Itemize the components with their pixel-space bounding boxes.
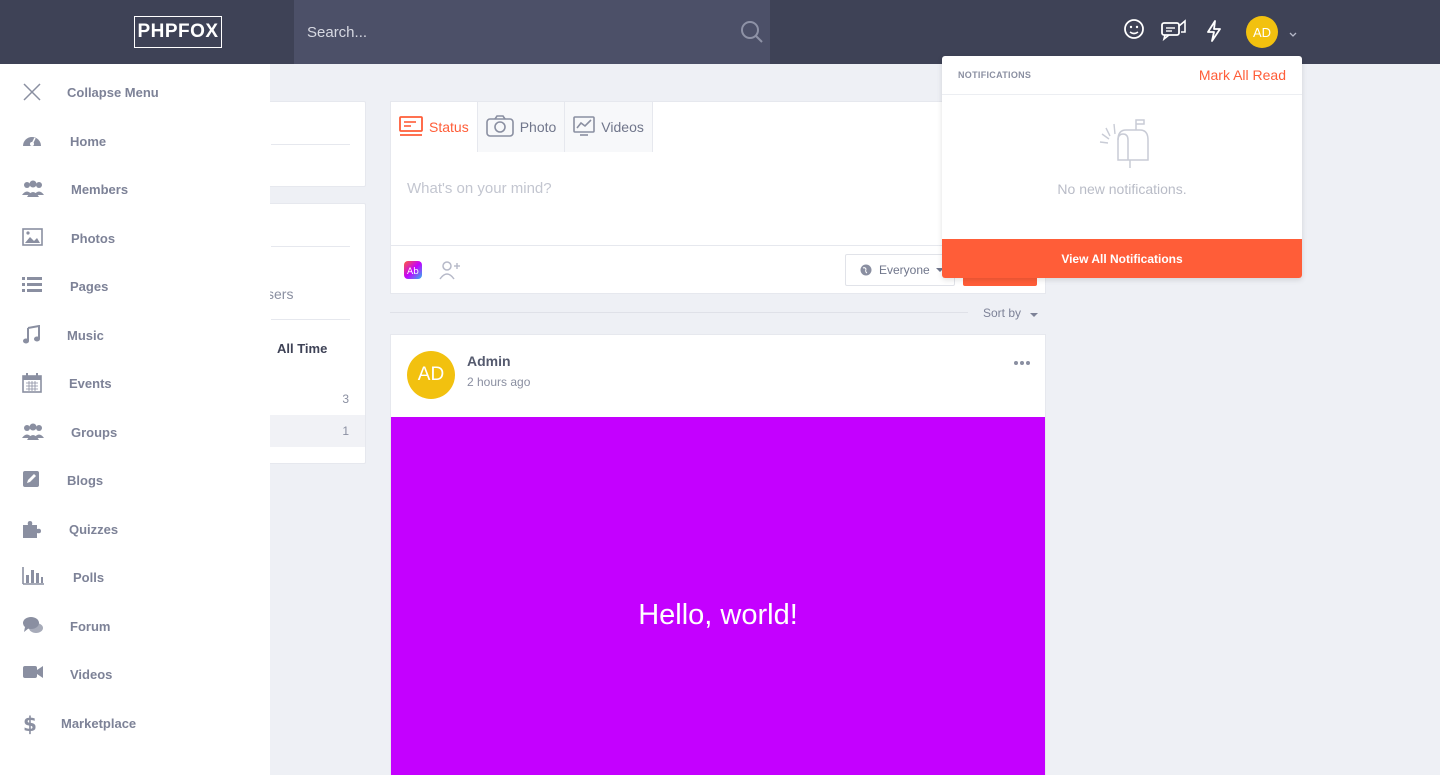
- composer-tabs: Status Photo Videos: [391, 102, 653, 152]
- users-icon: [22, 179, 44, 199]
- mark-all-read-link[interactable]: Mark All Read: [1199, 67, 1286, 83]
- card-partial-text: sers: [267, 286, 294, 302]
- dashboard-icon: [22, 131, 44, 151]
- video-icon: [22, 664, 44, 684]
- feed-post: AD Admin 2 hours ago Hello, world!: [390, 334, 1046, 775]
- tab-label: Status: [429, 119, 469, 135]
- sidebar-item-label: Home: [70, 134, 107, 149]
- collapse-menu-button[interactable]: Collapse Menu: [0, 76, 270, 108]
- tab-label: Videos: [601, 119, 644, 135]
- chart-line-icon: [573, 115, 601, 139]
- svg-text:$: $: [23, 713, 36, 735]
- sidebar-item-label: Marketplace: [61, 716, 137, 731]
- sidebar-item-label: Blogs: [67, 473, 104, 488]
- post-text: Hello, world!: [638, 598, 798, 631]
- notifications-title: NOTIFICATIONS: [958, 70, 1032, 80]
- count-value: 1: [342, 424, 349, 438]
- post-timestamp[interactable]: 2 hours ago: [467, 375, 530, 389]
- privacy-label: Everyone: [879, 263, 930, 277]
- camera-icon: [485, 114, 520, 140]
- notifications-header: NOTIFICATIONS Mark All Read: [942, 56, 1302, 95]
- sidebar-item-events[interactable]: Events: [0, 367, 270, 399]
- bar-chart-icon: [22, 567, 44, 587]
- post-status-background: Hello, world!: [391, 417, 1045, 775]
- sidebar-item-label: Polls: [73, 570, 105, 585]
- friend-requests-icon[interactable]: [1123, 18, 1145, 45]
- user-avatar[interactable]: AD: [1246, 16, 1278, 48]
- tab-videos[interactable]: Videos: [565, 102, 653, 152]
- sidebar-item-groups[interactable]: Groups: [0, 416, 270, 448]
- top-bar: PHPFOX AD: [0, 0, 1440, 64]
- collapse-menu-label: Collapse Menu: [67, 85, 159, 100]
- sidebar-item-label: Videos: [70, 667, 113, 682]
- sidebar-item-label: Quizzes: [69, 522, 119, 537]
- chevron-down-icon[interactable]: [1288, 27, 1298, 45]
- search-input[interactable]: [294, 0, 724, 64]
- status-icon: [399, 115, 429, 139]
- sidebar-item-label: Forum: [70, 619, 111, 634]
- svg-text:Ab: Ab: [407, 267, 419, 277]
- notifications-icon[interactable]: [1204, 20, 1224, 47]
- sidebar-item-home[interactable]: Home: [0, 125, 270, 157]
- sidebar-item-blogs[interactable]: Blogs: [0, 464, 270, 496]
- image-icon: [22, 228, 44, 248]
- mailbox-icon: [1092, 118, 1150, 175]
- sidebar-item-music[interactable]: Music: [0, 319, 270, 351]
- calendar-icon: [22, 373, 44, 393]
- comments-icon: [22, 616, 44, 636]
- view-all-notifications-button[interactable]: View All Notifications: [942, 239, 1302, 278]
- tag-friends-icon[interactable]: [439, 260, 461, 285]
- music-icon: [22, 324, 44, 345]
- sort-label: Sort by: [983, 306, 1022, 320]
- search-box: [294, 0, 770, 64]
- no-notifications-text: No new notifications.: [1057, 181, 1187, 197]
- tab-status[interactable]: Status: [391, 102, 478, 152]
- tab-label: Photo: [519, 119, 557, 135]
- sidebar-item-quizzes[interactable]: Quizzes: [0, 513, 270, 545]
- list-icon: [22, 276, 44, 296]
- sidebar-item-forum[interactable]: Forum: [0, 610, 270, 642]
- text-style-icon[interactable]: Ab: [403, 260, 423, 285]
- messages-icon[interactable]: [1160, 18, 1188, 47]
- sidebar-item-pages[interactable]: Pages: [0, 270, 270, 302]
- status-input[interactable]: What's on your mind?: [407, 180, 552, 197]
- post-author-avatar[interactable]: AD: [407, 351, 455, 399]
- caret-down-icon: [1030, 307, 1039, 321]
- sidebar-item-videos[interactable]: Videos: [0, 658, 270, 690]
- sidebar-item-marketplace[interactable]: $ Marketplace: [0, 707, 270, 739]
- period-filter-all-time[interactable]: All Time: [277, 341, 327, 356]
- sidebar-item-label: Pages: [70, 279, 109, 294]
- sort-divider: [390, 312, 968, 313]
- close-icon: [22, 82, 44, 102]
- sidebar-item-photos[interactable]: Photos: [0, 222, 270, 254]
- sort-dropdown[interactable]: Sort by: [983, 306, 1039, 321]
- sidebar-item-label: Members: [71, 182, 129, 197]
- site-logo[interactable]: PHPFOX: [134, 16, 222, 48]
- notifications-dropdown: NOTIFICATIONS Mark All Read No new notif…: [942, 56, 1302, 278]
- sidebar-item-label: Events: [69, 376, 112, 391]
- groups-icon: [22, 422, 44, 442]
- post-author-name[interactable]: Admin: [467, 353, 511, 369]
- sidebar-item-label: Groups: [71, 425, 118, 440]
- count-value: 3: [342, 392, 349, 406]
- sidebar-item-label: Photos: [71, 231, 116, 246]
- edit-icon: [22, 470, 44, 490]
- tab-photo[interactable]: Photo: [477, 102, 566, 152]
- privacy-select[interactable]: Everyone: [845, 254, 955, 286]
- sidebar-item-polls[interactable]: Polls: [0, 561, 270, 593]
- sidebar: Collapse Menu Home Members Photos Pages …: [0, 64, 270, 775]
- globe-icon: [860, 264, 872, 276]
- sidebar-item-members[interactable]: Members: [0, 173, 270, 205]
- sidebar-item-label: Music: [67, 328, 104, 343]
- puzzle-icon: [22, 519, 44, 539]
- dollar-icon: $: [22, 712, 44, 736]
- more-options-icon[interactable]: [1013, 353, 1031, 371]
- search-icon[interactable]: [740, 20, 764, 49]
